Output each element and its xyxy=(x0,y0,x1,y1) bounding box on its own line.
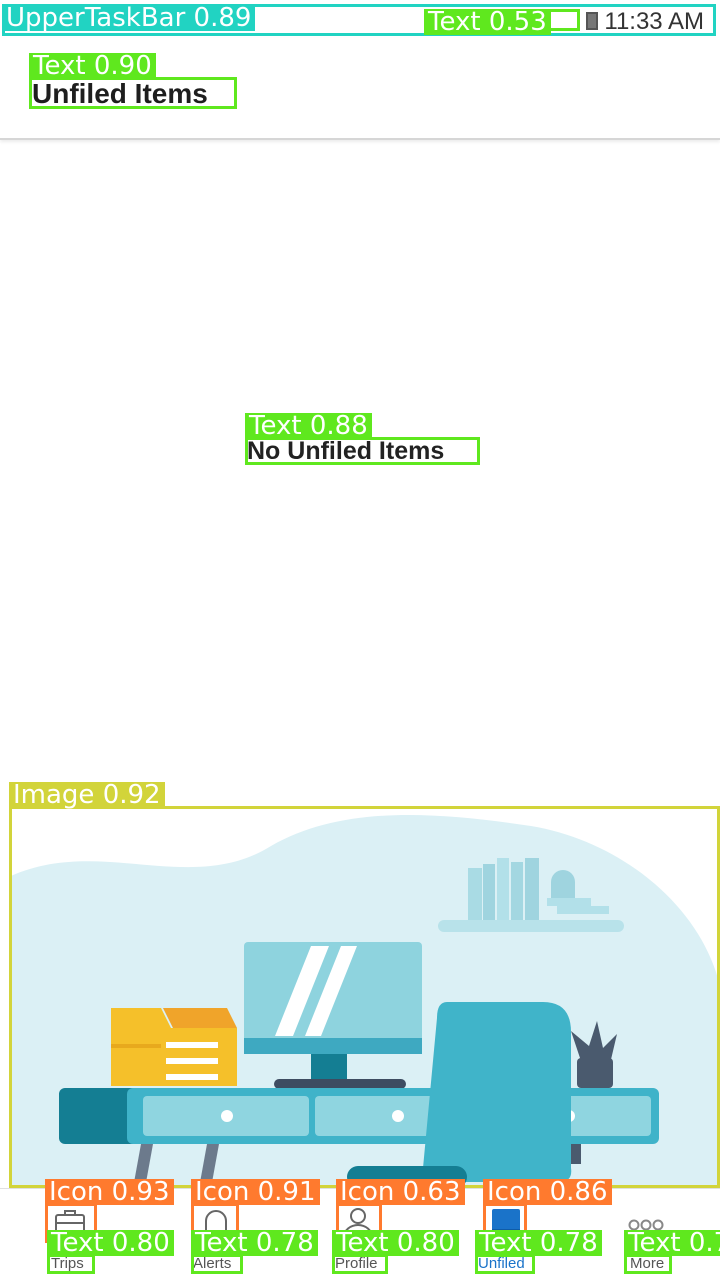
status-bar: 11:33 AM xyxy=(0,0,720,38)
nav-label-alerts: Alerts xyxy=(193,1255,232,1272)
more-dots-icon xyxy=(628,1219,664,1231)
nav-item-trips[interactable]: Trips xyxy=(10,1189,130,1280)
bottom-nav: Trips Alerts Profile Unfiled More xyxy=(0,1188,720,1280)
app-header: Unfiled Items xyxy=(0,38,720,140)
empty-state-message: No Unfiled Items xyxy=(247,437,445,465)
annotation-label: Image 0.92 xyxy=(9,782,165,808)
briefcase-icon xyxy=(55,1210,85,1236)
nav-label-more: More xyxy=(630,1255,665,1272)
battery-icon xyxy=(586,12,598,30)
nav-item-unfiled[interactable]: Unfiled xyxy=(446,1189,566,1280)
document-icon xyxy=(492,1209,520,1235)
person-icon xyxy=(343,1208,373,1238)
nav-label-profile: Profile xyxy=(335,1255,378,1272)
nav-item-more[interactable]: More xyxy=(590,1189,710,1280)
empty-state-illustration xyxy=(11,806,720,1188)
nav-item-profile[interactable]: Profile xyxy=(298,1189,418,1280)
status-time: 11:33 AM xyxy=(604,8,704,35)
bell-icon xyxy=(203,1210,229,1238)
annotation-label: Text 0.88 xyxy=(245,413,372,439)
page-title: Unfiled Items xyxy=(32,78,208,109)
nav-label-unfiled: Unfiled xyxy=(478,1255,525,1272)
nav-label-trips: Trips xyxy=(51,1255,84,1272)
desk-illustration xyxy=(11,814,720,1188)
nav-item-alerts[interactable]: Alerts xyxy=(156,1189,276,1280)
